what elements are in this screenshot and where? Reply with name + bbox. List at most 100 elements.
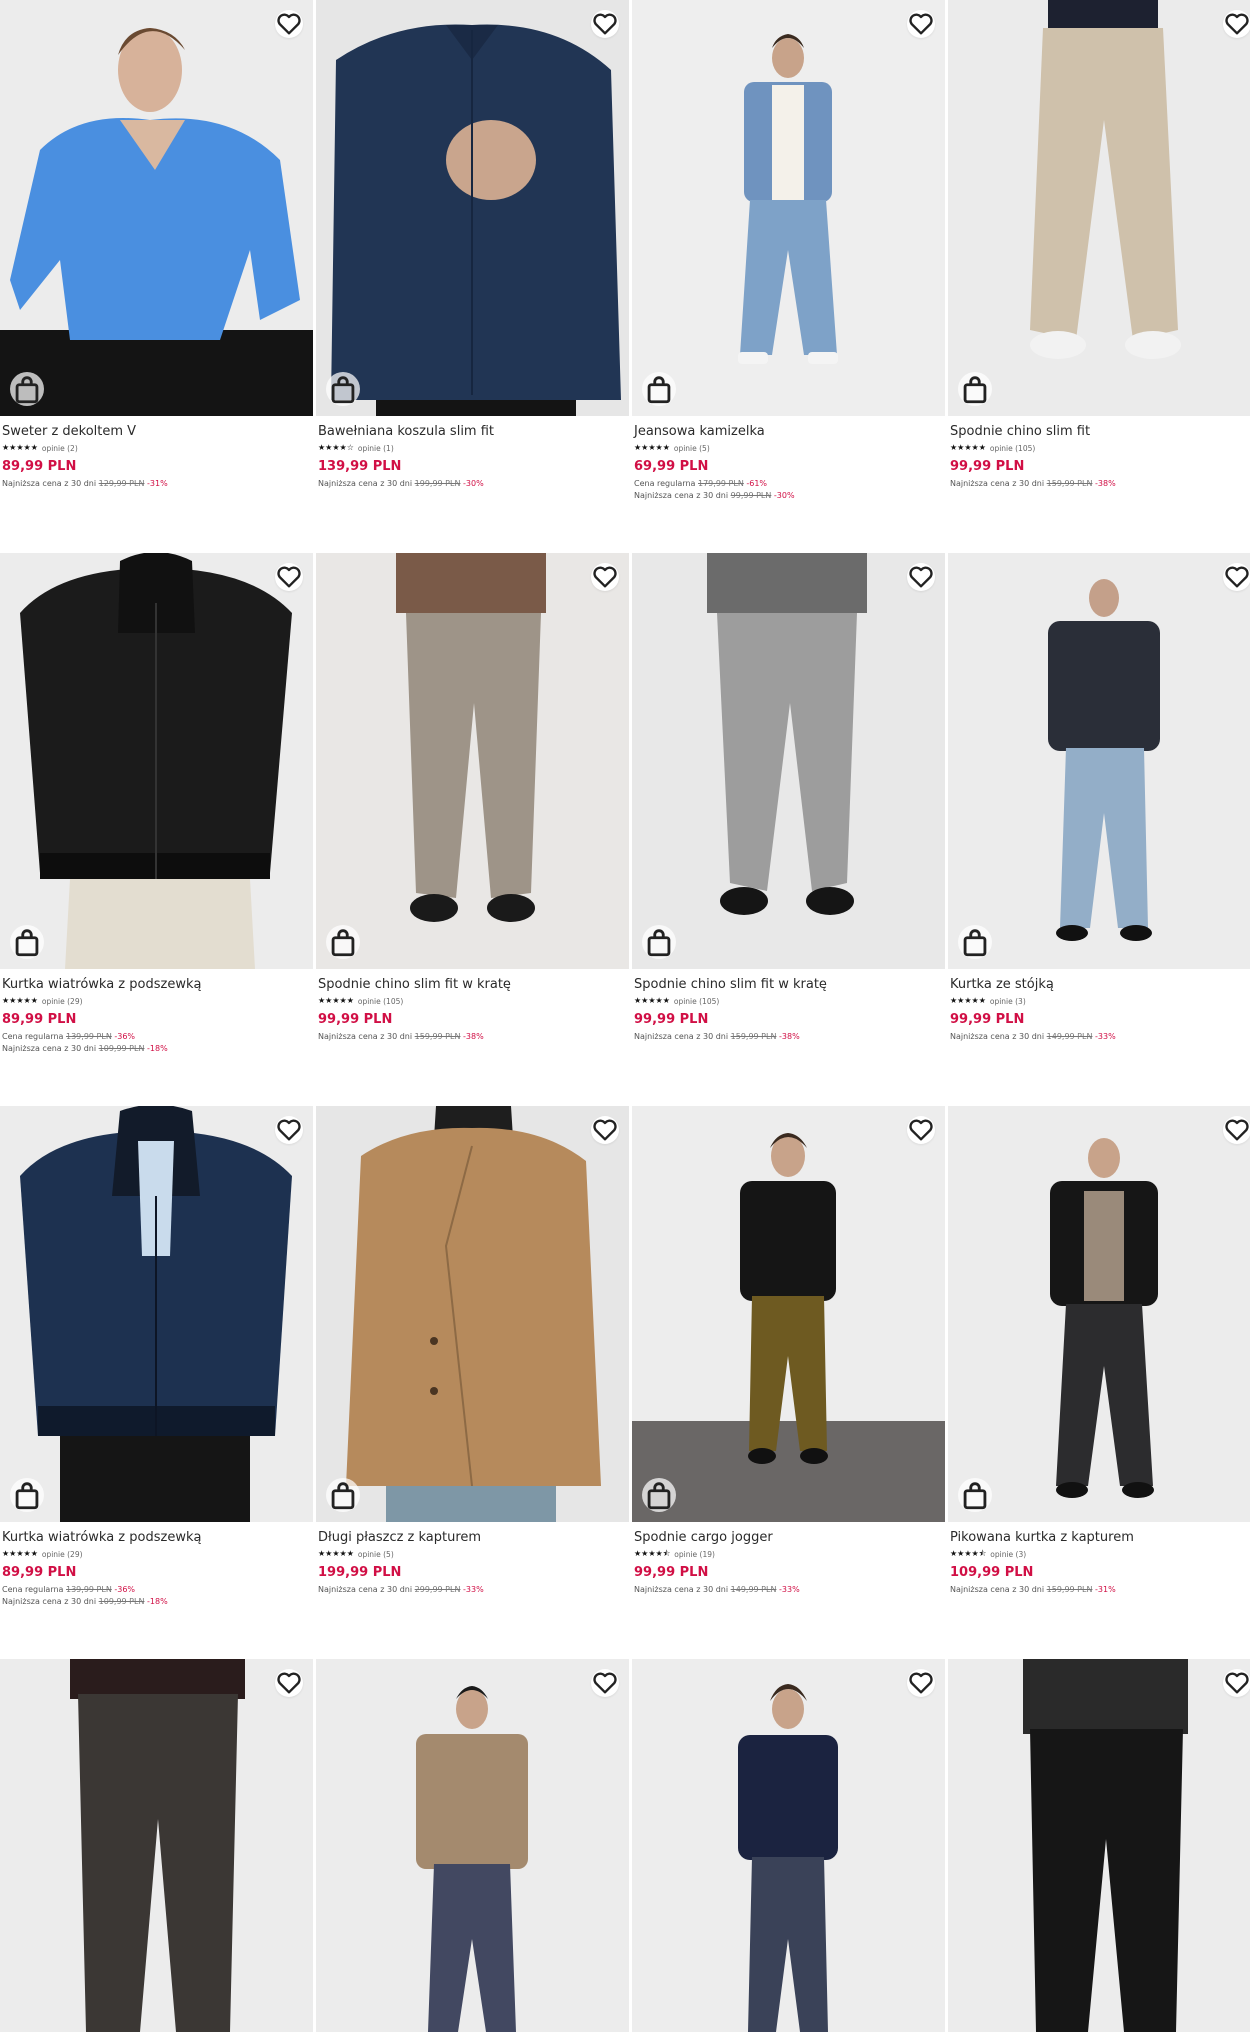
product-title[interactable]: Spodnie cargo jogger — [634, 1530, 941, 1546]
product-title[interactable]: Kurtka ze stójką — [950, 977, 1250, 993]
favorite-button[interactable] — [591, 10, 619, 38]
regular-price: Cena regularna 139,99 PLN -36% — [2, 1585, 136, 1594]
add-to-cart-button[interactable] — [958, 1478, 992, 1512]
favorite-button[interactable] — [591, 1116, 619, 1144]
product-image[interactable] — [0, 0, 313, 416]
product-grid: Sweter z dekoltem V ★★★★★ opinie (2) 89,9… — [0, 0, 1250, 2032]
product-card[interactable]: Spodnie cargo jogger ★★★★⯪ opinie (19) 99… — [632, 1106, 945, 1659]
product-image[interactable] — [948, 0, 1250, 416]
product-image[interactable] — [0, 1659, 313, 2032]
product-image[interactable] — [0, 1106, 313, 1522]
rating-stars: ★★★★★ — [950, 996, 986, 1005]
product-title[interactable]: Sweter z dekoltem V — [2, 424, 309, 440]
favorite-button[interactable] — [591, 1669, 619, 1697]
product-image[interactable] — [948, 553, 1250, 969]
review-count[interactable]: opinie (2) — [42, 444, 78, 453]
product-price: 69,99 PLN — [634, 459, 709, 474]
product-card[interactable]: Spodnie chino slim fit w kratę ★★★★★ opin… — [316, 553, 629, 1106]
product-price: 89,99 PLN — [2, 1565, 77, 1580]
product-card[interactable] — [0, 1659, 313, 2032]
review-count[interactable]: opinie (105) — [358, 997, 403, 1006]
add-to-cart-button[interactable] — [326, 925, 360, 959]
add-to-cart-button[interactable] — [10, 372, 44, 406]
favorite-button[interactable] — [275, 1669, 303, 1697]
add-to-cart-button[interactable] — [10, 925, 44, 959]
product-card[interactable]: Kurtka wiatrówka z podszewką ★★★★★ opinie… — [0, 553, 313, 1106]
favorite-button[interactable] — [907, 10, 935, 38]
heart-icon — [1225, 13, 1249, 35]
add-to-cart-button[interactable] — [642, 925, 676, 959]
product-title[interactable]: Pikowana kurtka z kapturem — [950, 1530, 1250, 1546]
review-count[interactable]: opinie (3) — [990, 997, 1026, 1006]
add-to-cart-button[interactable] — [642, 372, 676, 406]
favorite-button[interactable] — [1223, 1116, 1250, 1144]
product-image[interactable] — [632, 0, 945, 416]
product-card[interactable]: Jeansowa kamizelka ★★★★★ opinie (5) 69,99… — [632, 0, 945, 553]
product-title[interactable]: Kurtka wiatrówka z podszewką — [2, 1530, 309, 1546]
product-image[interactable] — [948, 1659, 1250, 2032]
price-history: Najniższa cena z 30 dni 129,99 PLN -31% — [2, 479, 168, 488]
review-count[interactable]: opinie (1) — [358, 444, 394, 453]
product-price: 89,99 PLN — [2, 1012, 77, 1027]
product-card[interactable]: Pikowana kurtka z kapturem ★★★★⯪ opinie (… — [948, 1106, 1250, 1659]
add-to-cart-button[interactable] — [642, 1478, 676, 1512]
favorite-button[interactable] — [275, 563, 303, 591]
product-title[interactable]: Długi płaszcz z kapturem — [318, 1530, 625, 1546]
favorite-button[interactable] — [907, 563, 935, 591]
product-card[interactable] — [316, 1659, 629, 2032]
heart-icon — [593, 1672, 617, 1694]
favorite-button[interactable] — [275, 10, 303, 38]
review-count[interactable]: opinie (29) — [42, 1550, 83, 1559]
review-count[interactable]: opinie (105) — [990, 444, 1035, 453]
product-image[interactable] — [632, 553, 945, 969]
product-image[interactable] — [0, 553, 313, 969]
review-count[interactable]: opinie (19) — [674, 1550, 715, 1559]
favorite-button[interactable] — [907, 1116, 935, 1144]
product-card[interactable]: Sweter z dekoltem V ★★★★★ opinie (2) 89,9… — [0, 0, 313, 553]
price-history: Najniższa cena z 30 dni 159,99 PLN -31% — [950, 1585, 1116, 1594]
product-title[interactable]: Spodnie chino slim fit w kratę — [318, 977, 625, 993]
rating-stars: ★★★★★ — [950, 443, 986, 452]
product-title[interactable]: Spodnie chino slim fit w kratę — [634, 977, 941, 993]
product-image[interactable] — [316, 553, 629, 969]
product-rating: ★★★★★ opinie (29) — [2, 995, 309, 1007]
product-title[interactable]: Spodnie chino slim fit — [950, 424, 1250, 440]
product-image[interactable] — [632, 1106, 945, 1522]
favorite-button[interactable] — [1223, 1669, 1250, 1697]
shopping-bag-icon — [15, 1482, 39, 1510]
review-count[interactable]: opinie (5) — [674, 444, 710, 453]
favorite-button[interactable] — [591, 563, 619, 591]
product-image[interactable] — [316, 0, 629, 416]
product-card[interactable]: Długi płaszcz z kapturem ★★★★★ opinie (5)… — [316, 1106, 629, 1659]
add-to-cart-button[interactable] — [958, 925, 992, 959]
review-count[interactable]: opinie (105) — [674, 997, 719, 1006]
product-rating: ★★★★★ opinie (29) — [2, 1548, 309, 1560]
review-count[interactable]: opinie (29) — [42, 997, 83, 1006]
favorite-button[interactable] — [1223, 10, 1250, 38]
product-title[interactable]: Jeansowa kamizelka — [634, 424, 941, 440]
review-count[interactable]: opinie (5) — [358, 1550, 394, 1559]
product-image[interactable] — [632, 1659, 945, 2032]
review-count[interactable]: opinie (3) — [990, 1550, 1026, 1559]
product-card[interactable]: Spodnie chino slim fit ★★★★★ opinie (105)… — [948, 0, 1250, 553]
add-to-cart-button[interactable] — [326, 372, 360, 406]
product-title[interactable]: Kurtka wiatrówka z podszewką — [2, 977, 309, 993]
add-to-cart-button[interactable] — [10, 1478, 44, 1512]
add-to-cart-button[interactable] — [958, 372, 992, 406]
product-card[interactable]: Kurtka wiatrówka z podszewką ★★★★★ opinie… — [0, 1106, 313, 1659]
product-card[interactable]: Bawełniana koszula slim fit ★★★★☆ opinie … — [316, 0, 629, 553]
favorite-button[interactable] — [275, 1116, 303, 1144]
product-card[interactable] — [632, 1659, 945, 2032]
product-title[interactable]: Bawełniana koszula slim fit — [318, 424, 625, 440]
product-image[interactable] — [316, 1659, 629, 2032]
favorite-button[interactable] — [907, 1669, 935, 1697]
favorite-button[interactable] — [1223, 563, 1250, 591]
add-to-cart-button[interactable] — [326, 1478, 360, 1512]
shopping-bag-icon — [647, 929, 671, 957]
product-rating: ★★★★★ opinie (5) — [634, 442, 941, 454]
product-card[interactable]: Spodnie chino slim fit w kratę ★★★★★ opin… — [632, 553, 945, 1106]
product-image[interactable] — [316, 1106, 629, 1522]
product-image[interactable] — [948, 1106, 1250, 1522]
product-card[interactable]: Kurtka ze stójką ★★★★★ opinie (3) 99,99 P… — [948, 553, 1250, 1106]
product-card[interactable] — [948, 1659, 1250, 2032]
